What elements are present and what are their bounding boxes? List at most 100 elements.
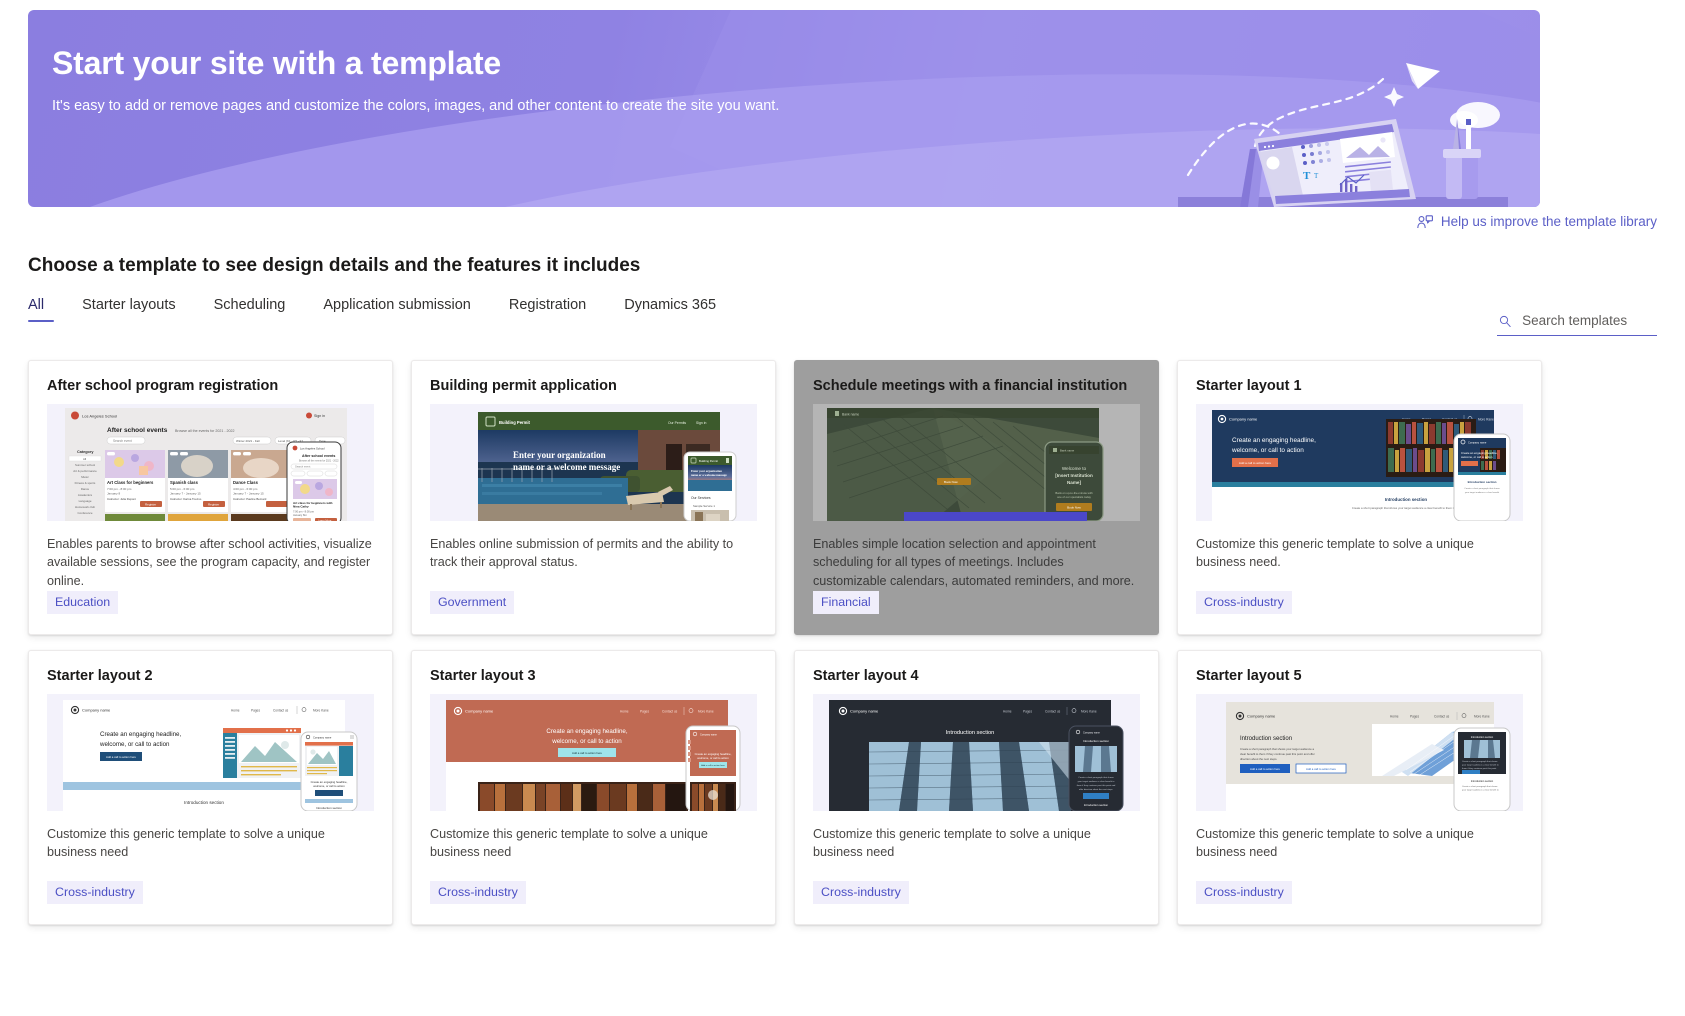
- svg-text:January 7 - January 15: January 7 - January 15: [233, 492, 264, 496]
- svg-text:clear benefit to them if they: clear benefit to them if they continue p…: [1240, 752, 1315, 756]
- svg-text:offer direction about the next: offer direction about the next steps.: [1079, 788, 1114, 791]
- people-feedback-icon: [1417, 214, 1433, 228]
- svg-text:More Kane: More Kane: [1474, 714, 1490, 718]
- tab-scheduling[interactable]: Scheduling: [214, 295, 302, 325]
- card-tag-cross-industry: Cross-industry: [47, 881, 143, 904]
- svg-text:Home: Home: [231, 708, 240, 712]
- card-tag-cross-industry: Cross-industry: [430, 881, 526, 904]
- template-card-after-school-program-registration[interactable]: After school program registration Los An…: [28, 360, 393, 635]
- svg-text:Add a call to action here: Add a call to action here: [1306, 767, 1336, 771]
- tab-all[interactable]: All: [28, 295, 55, 325]
- card-tag-cross-industry: Cross-industry: [1196, 591, 1292, 614]
- starter-layout-5-preview: Company name Home Pages Contact us More Ka…: [1196, 694, 1523, 811]
- svg-text:Introduction section: Introduction section: [1240, 736, 1292, 742]
- tab-scheduling-label: Scheduling: [213, 297, 286, 313]
- svg-text:Language: Language: [79, 499, 92, 503]
- svg-text:Art & performance: Art & performance: [73, 469, 97, 473]
- svg-text:Company name: Company name: [1083, 731, 1101, 734]
- starter-layout-2-preview: Company name Home Pages Contact us More Ka…: [47, 694, 374, 811]
- svg-text:Instructor: Karina Trevino: Instructor: Karina Trevino: [170, 497, 202, 501]
- search-templates-box[interactable]: [1497, 308, 1657, 336]
- svg-text:Create a short paragraph that: Create a short paragraph that shows: [1078, 776, 1114, 779]
- hero-text-block: Start your site with a template It's eas…: [52, 45, 779, 116]
- help-improve-library-link[interactable]: Help us improve the template library: [1417, 214, 1657, 229]
- card-thumbnail: Company name Home Pages Contact us More Ka…: [1196, 694, 1523, 811]
- svg-text:Art Class for beginners: Art Class for beginners: [107, 480, 154, 485]
- svg-text:Academics: Academics: [78, 493, 93, 497]
- paper-plane-icon: [1406, 63, 1440, 89]
- svg-text:Home: Home: [1390, 714, 1399, 718]
- tab-application-submission-label: Application submission: [323, 297, 471, 313]
- svg-text:Company name: Company name: [313, 735, 332, 739]
- svg-text:4:00 pm - 6:00 pm: 4:00 pm - 6:00 pm: [233, 487, 258, 491]
- card-title: After school program registration: [47, 378, 279, 394]
- tab-starter-layouts-label: Starter layouts: [82, 297, 176, 313]
- svg-text:Dance: Dance: [81, 487, 90, 491]
- tab-application-submission[interactable]: Application submission: [323, 295, 487, 325]
- tab-registration[interactable]: Registration: [509, 295, 602, 325]
- tab-starter-layouts[interactable]: Starter layouts: [82, 295, 192, 325]
- card-description: Customize this generic template to solve…: [1196, 537, 1474, 570]
- template-card-schedule-meetings-financial-institution[interactable]: Schedule meetings with a financial insti…: [794, 360, 1159, 635]
- svg-text:Los Angeles School: Los Angeles School: [300, 446, 325, 450]
- tab-registration-label: Registration: [508, 297, 587, 313]
- card-tag-financial: Financial: [813, 591, 879, 614]
- svg-text:Create an engaging headline,: Create an engaging headline,: [546, 728, 627, 735]
- card-title: Starter layout 5: [1196, 668, 1302, 684]
- svg-text:Introduction section: Introduction section: [1083, 739, 1109, 743]
- svg-text:Pages: Pages: [251, 708, 260, 712]
- svg-text:Create a short paragraph that: Create a short paragraph that shows: [1464, 487, 1500, 490]
- card-thumbnail: Company name Home Pages Contact us More Ka…: [47, 694, 374, 811]
- starter-layout-3-preview: Company name Home Pages Contact us More Ka…: [430, 694, 757, 811]
- svg-text:Los Angeles School: Los Angeles School: [82, 414, 117, 419]
- svg-text:Instructor: Julia Dupont: Instructor: Julia Dupont: [107, 497, 136, 501]
- template-card-building-permit-application[interactable]: Building permit application Building Per…: [411, 360, 776, 635]
- starter-layout-4-preview: Company name Home Pages Contact us More Ka…: [813, 694, 1140, 811]
- card-thumbnail: Bank name Book Now Bank name Welcome to …: [813, 404, 1140, 521]
- svg-text:Fitness & sports: Fitness & sports: [75, 481, 96, 485]
- svg-text:Introduction section: Introduction section: [1471, 735, 1494, 739]
- card-tag-cross-industry: Cross-industry: [1196, 881, 1292, 904]
- template-card-starter-layout-4[interactable]: Starter layout 4 Company name Home Pages …: [794, 650, 1159, 925]
- svg-text:Summer school: Summer school: [75, 463, 95, 467]
- svg-text:them if they continue past thi: them if they continue past this point: [1462, 767, 1497, 770]
- svg-text:Home: Home: [620, 709, 629, 713]
- svg-text:Pages: Pages: [1410, 714, 1419, 718]
- template-card-starter-layout-3[interactable]: Starter layout 3 Company name Home Pages …: [411, 650, 776, 925]
- card-description: Customize this generic template to solve…: [813, 827, 1091, 860]
- svg-text:welcome, or call to action: welcome, or call to action: [1231, 447, 1304, 454]
- svg-text:Contact us: Contact us: [1045, 709, 1061, 713]
- search-icon: [1499, 315, 1511, 327]
- hero-title: Start your site with a template: [52, 45, 502, 81]
- card-tag-wrap: Cross-industry: [47, 881, 143, 904]
- card-title: Schedule meetings with a financial insti…: [813, 378, 1128, 394]
- card-tag-wrap: Cross-industry: [1196, 881, 1292, 904]
- template-card-starter-layout-1[interactable]: Starter layout 1 Company name HomePages …: [1177, 360, 1542, 635]
- svg-text:direction about the next steps: direction about the next steps.: [1240, 757, 1278, 761]
- svg-text:7:00 pm - 8:00 pm: 7:00 pm - 8:00 pm: [293, 510, 314, 514]
- svg-text:Sample Service 1: Sample Service 1: [693, 504, 715, 508]
- card-description: Customize this generic template to solve…: [47, 827, 325, 860]
- svg-text:More Kane: More Kane: [313, 708, 329, 712]
- template-card-starter-layout-2[interactable]: Starter layout 2 Company name Home Pages …: [28, 650, 393, 925]
- tab-all-label: All: [28, 297, 45, 313]
- template-card-starter-layout-5[interactable]: Starter layout 5 Company name Home Pages …: [1177, 650, 1542, 925]
- tab-dynamics-365[interactable]: Dynamics 365: [624, 295, 732, 325]
- svg-text:Conference: Conference: [78, 511, 93, 515]
- card-thumbnail: Building Permit Our Permits Sign in Ente…: [430, 404, 757, 521]
- svg-text:After school events: After school events: [107, 427, 168, 434]
- preview-template-button[interactable]: Preview template: [904, 512, 1087, 521]
- svg-text:January 8: January 8: [107, 492, 121, 496]
- svg-text:your target audience a clear b: your target audience a clear benefit: [1465, 491, 1500, 494]
- after-school-site-preview: Los Angeles School Sign in After school …: [47, 404, 374, 521]
- search-input[interactable]: [1520, 312, 1655, 329]
- svg-text:5:00 pm - 6:00 pm: 5:00 pm - 6:00 pm: [170, 487, 195, 491]
- svg-text:your target audience a clear b: your target audience a clear benefit to: [1462, 789, 1500, 792]
- svg-text:Dance Class: Dance Class: [233, 480, 259, 485]
- pen-cup-illustration: [1443, 119, 1481, 199]
- svg-text:your target audience a clear b: your target audience a clear benefit to: [1462, 764, 1500, 767]
- svg-text:Company name: Company name: [1247, 714, 1276, 719]
- card-description: Customize this generic template to solve…: [1196, 827, 1474, 860]
- svg-text:Create a short paragraph that: Create a short paragraph that shows your…: [1240, 747, 1314, 751]
- svg-text:Winter 2021 - Fall: Winter 2021 - Fall: [236, 439, 260, 443]
